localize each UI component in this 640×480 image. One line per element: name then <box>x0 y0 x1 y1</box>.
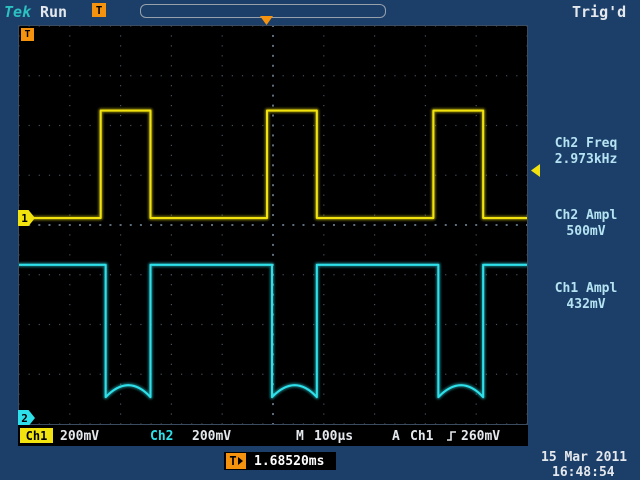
tek-logo: Tek <box>4 3 31 21</box>
date-readout: 15 Mar 2011 <box>541 450 627 465</box>
measurement-label: Ch2 Ampl <box>532 208 640 224</box>
trigger-mode-label: A <box>392 429 400 444</box>
trigger-t-corner-badge: T <box>21 28 34 41</box>
measurement-value: 432mV <box>532 297 640 313</box>
trigger-t-badge: T <box>226 453 246 469</box>
acquisition-state: Run <box>40 3 67 21</box>
right-arrow-icon <box>238 457 243 465</box>
record-view-bar <box>140 4 386 18</box>
trigger-marker-badge: T <box>92 3 106 17</box>
measurement-value: 2.973kHz <box>532 152 640 168</box>
measurement-value: 500mV <box>532 224 640 240</box>
trigger-source: Ch1 <box>410 429 433 444</box>
measurement-label: Ch2 Freq <box>532 136 640 152</box>
trigger-status: Trig'd <box>572 3 626 21</box>
horizontal-position-readout: T 1.68520ms <box>224 452 336 470</box>
measurement-label: Ch1 Ampl <box>532 281 640 297</box>
time-readout: 16:48:54 <box>552 465 615 480</box>
ch2-scale-value: 200mV <box>192 429 231 444</box>
ch2-scale-label: Ch2 <box>150 429 173 444</box>
timebase-value: 100µs <box>314 429 353 444</box>
horizontal-position-value: 1.68520ms <box>254 454 324 469</box>
graticule-screen <box>18 25 528 425</box>
waveform-svg <box>19 26 527 424</box>
ch2-trace <box>19 265 527 397</box>
timebase-label: M <box>296 429 304 444</box>
ch1-scale-badge: Ch1 <box>20 428 53 443</box>
trigger-position-icon <box>260 16 273 25</box>
rising-edge-icon <box>446 429 457 443</box>
trigger-level-value: 260mV <box>461 429 500 444</box>
oscilloscope-display: Tek Run T Trig'd T 1 2 Ch2 Freq 2.973kHz… <box>0 0 640 480</box>
ch1-scale-value: 200mV <box>60 429 99 444</box>
